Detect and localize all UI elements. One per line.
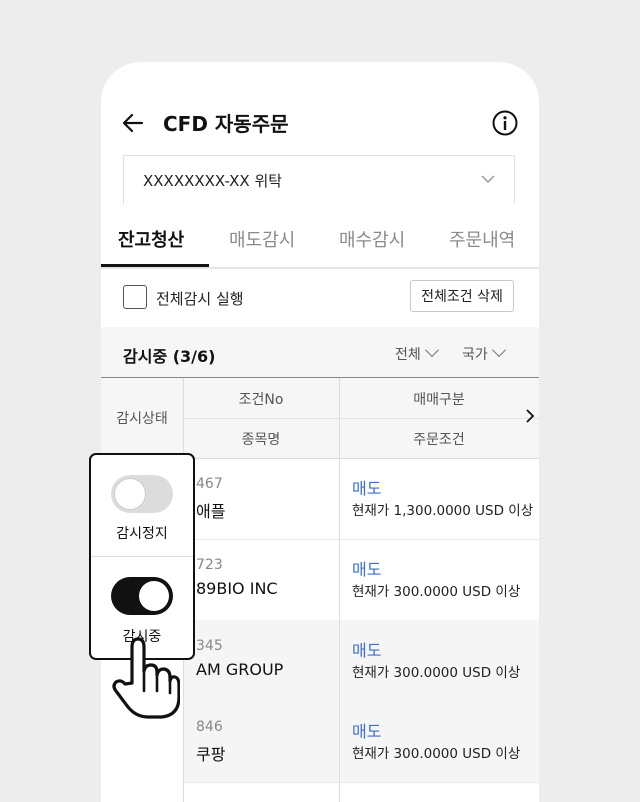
- tab-sell-watch[interactable]: 매도감시: [229, 226, 295, 252]
- chevron-down-icon: [491, 342, 506, 358]
- filter-all-dropdown[interactable]: 전체: [395, 342, 439, 364]
- stock-name: 애플: [196, 502, 226, 521]
- header-cond-no: 조건No: [238, 392, 284, 408]
- header-order-cond: 주문조건: [413, 432, 465, 448]
- trade-type: 매도: [352, 560, 382, 579]
- order-condition: 현재가 1,300.0000 USD 이상: [352, 503, 534, 519]
- toggle-knob: [115, 479, 145, 509]
- info-circle-icon[interactable]: [492, 110, 518, 136]
- tab-buy-watch[interactable]: 매수감시: [339, 226, 405, 252]
- toggle-knob: [139, 581, 169, 611]
- account-selector[interactable]: XXXXXXXX-XX 위탁: [123, 155, 515, 204]
- cond-no: 846: [196, 719, 223, 735]
- arrow-left-icon[interactable]: [121, 111, 145, 135]
- section-header: 감시중 (3/6) 전체 국가: [101, 327, 539, 379]
- table-header: 감시상태 조건No 매매구분 종목명 주문조건: [101, 378, 539, 459]
- watch-all-checkbox[interactable]: [123, 285, 147, 309]
- filter-all-label: 전체: [395, 347, 421, 363]
- control-bar: 전체감시 실행 전체조건 삭제: [101, 267, 539, 327]
- order-condition: 현재가 300.0000 USD 이상: [352, 746, 521, 762]
- tab-bar: 잔고청산 매도감시 매수감시 주문내역: [101, 212, 539, 269]
- pointer-hand-icon: [112, 637, 180, 719]
- tab-balance-liquidation[interactable]: 잔고청산: [118, 226, 184, 252]
- stock-name: AM GROUP: [196, 660, 284, 679]
- popup-divider: [91, 556, 193, 557]
- app-header: CFD 자동주문: [101, 62, 539, 152]
- filter-country-dropdown[interactable]: 국가: [462, 342, 506, 364]
- trade-type: 매도: [352, 641, 382, 660]
- trade-type: 매도: [352, 722, 382, 741]
- chevron-down-icon: [424, 342, 439, 358]
- account-value: XXXXXXXX-XX 위탁: [143, 172, 283, 190]
- order-condition: 현재가 300.0000 USD 이상: [352, 665, 521, 681]
- header-divider: [183, 418, 539, 419]
- header-trade-type: 매매구분: [413, 392, 465, 408]
- watch-status-popup: 감시정지 감시중: [89, 453, 195, 660]
- stock-name: 89BIO INC: [196, 579, 278, 598]
- trade-type: 매도: [352, 479, 382, 498]
- watching-toggle[interactable]: [111, 577, 173, 615]
- page-title: CFD 자동주문: [163, 112, 289, 136]
- stock-name: 쿠팡: [196, 745, 226, 764]
- order-condition: 현재가 300.0000 USD 이상: [352, 584, 521, 600]
- tab-order-history[interactable]: 주문내역: [449, 226, 515, 252]
- delete-all-conditions-button[interactable]: 전체조건 삭제: [410, 280, 514, 312]
- section-title: 감시중 (3/6): [123, 347, 216, 366]
- filter-country-label: 국가: [462, 347, 488, 363]
- cond-no: 345: [196, 638, 223, 654]
- watch-stop-label: 감시정지: [116, 526, 168, 542]
- cond-no: 467: [196, 476, 223, 492]
- chevron-down-icon: [481, 175, 495, 184]
- chevron-right-icon[interactable]: [525, 409, 535, 423]
- cond-no: 723: [196, 557, 223, 573]
- watch-all-label: 전체감시 실행: [156, 290, 244, 308]
- header-status: 감시상태: [116, 411, 168, 427]
- watch-stop-toggle[interactable]: [111, 475, 173, 513]
- column-divider: [339, 378, 340, 802]
- header-stock-name: 종목명: [241, 432, 281, 448]
